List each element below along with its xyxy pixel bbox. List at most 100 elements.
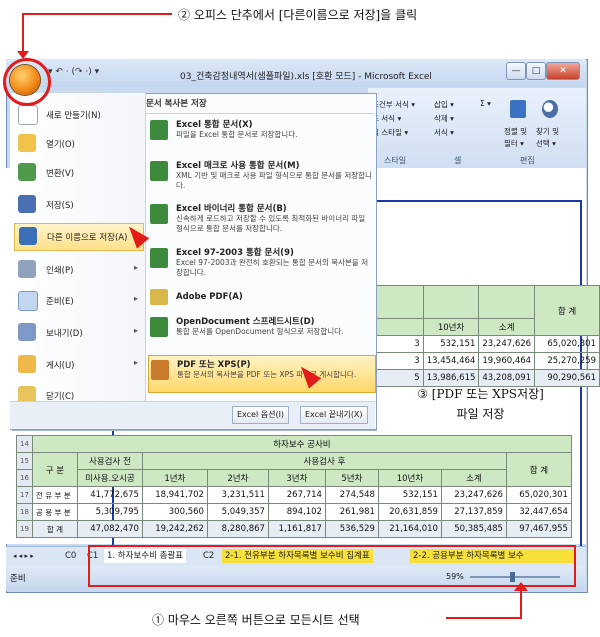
table-cell: 32,447,654 bbox=[505, 503, 572, 521]
save-option-ods[interactable]: OpenDocument 스프레드시트(D) 통합 문서를 OpenDocume… bbox=[148, 313, 374, 349]
annotation-step-1: ① 마우스 오른쪽 버튼으로 모든시트 선택 bbox=[152, 613, 360, 627]
col-header: 미사용.오시공 bbox=[76, 469, 143, 487]
menu-item-prepare[interactable]: 준비(E) ▸ bbox=[14, 288, 142, 314]
exit-excel-button[interactable]: Excel 끝내기(X) bbox=[300, 406, 368, 424]
ribbon-group-editing: 편집 bbox=[520, 156, 535, 165]
after-inspection-header: 사용검사 후 bbox=[141, 452, 507, 470]
menu-item-convert[interactable]: 변환(V) bbox=[14, 160, 142, 186]
option-desc: 파일을 Excel 통합 문서로 저장합니다. bbox=[176, 130, 298, 139]
table-cell: 894,102 bbox=[267, 503, 326, 521]
conditional-format-button[interactable]: 조건부 서식 ▾ bbox=[372, 99, 415, 110]
publish-icon bbox=[18, 355, 36, 373]
table-cell: 47,082,470 bbox=[76, 520, 143, 538]
chevron-right-icon: ▸ bbox=[133, 294, 138, 303]
table-cell: 532,151 bbox=[422, 335, 480, 353]
table-cell: 3 bbox=[370, 352, 424, 370]
option-title: OpenDocument 스프레드시트(D) bbox=[176, 317, 315, 327]
menu-item-label: 보내기(D) bbox=[46, 329, 83, 339]
option-title: Excel 통합 문서(X) bbox=[176, 120, 253, 130]
col-header-10yr: 10년차 bbox=[422, 318, 480, 336]
excel-macro-icon bbox=[150, 161, 168, 181]
save-option-xlsm[interactable]: Excel 매크로 사용 통합 문서(M) XML 기반 및 매크로 사용 파일… bbox=[148, 157, 374, 195]
menu-item-label: 새로 만들기(N) bbox=[46, 111, 101, 121]
prepare-icon bbox=[18, 291, 38, 311]
save-option-pdf-xps[interactable]: PDF 또는 XPS(P) 통합 문서의 복사본을 PDF 또는 XPS 파일로… bbox=[148, 355, 376, 393]
save-option-xlsb[interactable]: Excel 바이너리 통합 문서(B) 신속하게 로드하고 저장할 수 있도록 … bbox=[148, 200, 374, 242]
option-title: Excel 매크로 사용 통합 문서(M) bbox=[176, 161, 300, 171]
menu-item-save[interactable]: 저장(S) bbox=[14, 192, 142, 218]
annotation-step-2: ② 오피스 단추에서 [다른이름으로 저장]을 클릭 bbox=[178, 8, 418, 22]
insert-cells-button[interactable]: 삽입 ▾ bbox=[434, 99, 454, 110]
menu-item-save-as[interactable]: 다른 이름으로 저장(A) ▸ bbox=[14, 223, 144, 251]
opendocument-icon bbox=[150, 317, 168, 337]
table-cell: 19,960,464 bbox=[478, 352, 536, 370]
save-option-xls[interactable]: Excel 97-2003 통합 문서(9) Excel 97-2003과 완전… bbox=[148, 244, 374, 280]
menu-item-label: 열기(O) bbox=[46, 140, 75, 150]
table-cell: 532,151 bbox=[377, 486, 442, 504]
table-cell: 19,242,262 bbox=[141, 520, 208, 538]
convert-icon bbox=[18, 163, 36, 181]
sort-filter-label[interactable]: 정렬 및 bbox=[504, 126, 527, 137]
sheet-nav-arrows[interactable]: ◂ ◂ ▸ ▸ bbox=[10, 549, 37, 563]
col-header-subtotal: 소계 bbox=[478, 318, 536, 336]
ribbon-group-styles: 스타일 bbox=[384, 156, 407, 165]
maximize-button[interactable]: □ bbox=[526, 62, 546, 80]
open-folder-icon bbox=[18, 134, 36, 152]
submenu-header: 문서 복사본 저장 bbox=[146, 97, 374, 114]
row-number: 19 bbox=[16, 520, 33, 538]
save-option-adobe-pdf[interactable]: Adobe PDF(A) bbox=[148, 285, 374, 311]
new-document-icon bbox=[18, 105, 38, 125]
chevron-right-icon: ▸ bbox=[133, 358, 138, 367]
option-title: Excel 97-2003 통합 문서(9) bbox=[176, 248, 294, 258]
save-disk-icon bbox=[18, 195, 36, 213]
excel-options-button[interactable]: Excel 옵션(I) bbox=[232, 406, 290, 424]
table-cell: 18,941,702 bbox=[141, 486, 208, 504]
arrow-head-icon bbox=[514, 582, 528, 591]
table-cell: 13,454,464 bbox=[422, 352, 480, 370]
menu-item-new[interactable]: 새로 만들기(N) bbox=[14, 102, 142, 128]
table-cell: 25,270,259 bbox=[534, 352, 600, 370]
highlight-circle bbox=[3, 58, 51, 106]
menu-item-publish[interactable]: 게시(U) ▸ bbox=[14, 352, 142, 378]
find-select-button[interactable]: 선택 ▾ bbox=[536, 138, 556, 149]
chevron-right-icon: ▸ bbox=[133, 326, 138, 335]
option-desc: 신속하게 로드하고 저장할 수 있도록 최적화된 바이너리 파일 형식으로 통합… bbox=[176, 214, 366, 233]
sort-filter-button[interactable]: 필터 ▾ bbox=[504, 138, 524, 149]
menu-item-label: 변환(V) bbox=[46, 169, 75, 179]
format-cells-button[interactable]: 서식 ▾ bbox=[434, 127, 454, 138]
col-header: 10년차 bbox=[377, 469, 442, 487]
col-header: 1년차 bbox=[141, 469, 208, 487]
table-cell: 5,309,795 bbox=[76, 503, 143, 521]
chevron-right-icon: ▸ bbox=[133, 263, 138, 272]
arrow-line bbox=[22, 13, 24, 53]
autosum-button[interactable]: Σ ▾ bbox=[480, 99, 491, 108]
annotation-step-3: ③ [PDF 또는 XPS저장] 파일 저장 bbox=[388, 384, 573, 424]
close-window-button[interactable]: ✕ bbox=[546, 62, 580, 80]
table-cell: 공 용 부 분 bbox=[31, 503, 78, 521]
table-cell: 50,385,485 bbox=[440, 520, 507, 538]
quick-access-toolbar[interactable]: ▾ ↶ · (↷ ·) ▾ bbox=[48, 67, 99, 77]
menu-item-print[interactable]: 인쇄(P) ▸ bbox=[14, 257, 142, 283]
window-title: 03_건축감정내역서(샘플파일).xls [호환 모드] - Microsoft… bbox=[180, 72, 432, 82]
find-select-label[interactable]: 찾기 및 bbox=[536, 126, 559, 137]
option-title: PDF 또는 XPS(P) bbox=[177, 360, 251, 370]
menu-item-label: 다른 이름으로 저장(A) bbox=[47, 233, 128, 243]
table-row: 3 532,151 23,247,626 65,020,301 bbox=[370, 335, 600, 353]
delete-cells-button[interactable]: 삭제 ▾ bbox=[434, 113, 454, 124]
table-cell: 3,231,511 bbox=[206, 486, 269, 504]
save-option-xlsx[interactable]: Excel 통합 문서(X) 파일을 Excel 통합 문서로 저장합니다. bbox=[148, 116, 374, 150]
option-desc: XML 기반 및 매크로 사용 파일 형식으로 통합 문서를 저장합니다. bbox=[176, 171, 372, 190]
menu-item-send[interactable]: 보내기(D) ▸ bbox=[14, 320, 142, 346]
annotation-line: 파일 저장 bbox=[456, 407, 505, 421]
table-title: 하자보수 공사비 bbox=[31, 435, 572, 453]
col-header: 3년차 bbox=[267, 469, 326, 487]
table-cell bbox=[422, 285, 480, 319]
table-cell: 261,981 bbox=[324, 503, 379, 521]
menu-item-open[interactable]: 열기(O) bbox=[14, 131, 142, 157]
cell-styles-button[interactable]: 셀 스타일 ▾ bbox=[372, 127, 408, 138]
table-cell: 97,467,955 bbox=[505, 520, 572, 538]
table-cell: 8,280,867 bbox=[206, 520, 269, 538]
sheet-tab[interactable]: C0 bbox=[62, 549, 79, 563]
send-icon bbox=[18, 323, 36, 341]
minimize-button[interactable]: — bbox=[506, 62, 526, 80]
